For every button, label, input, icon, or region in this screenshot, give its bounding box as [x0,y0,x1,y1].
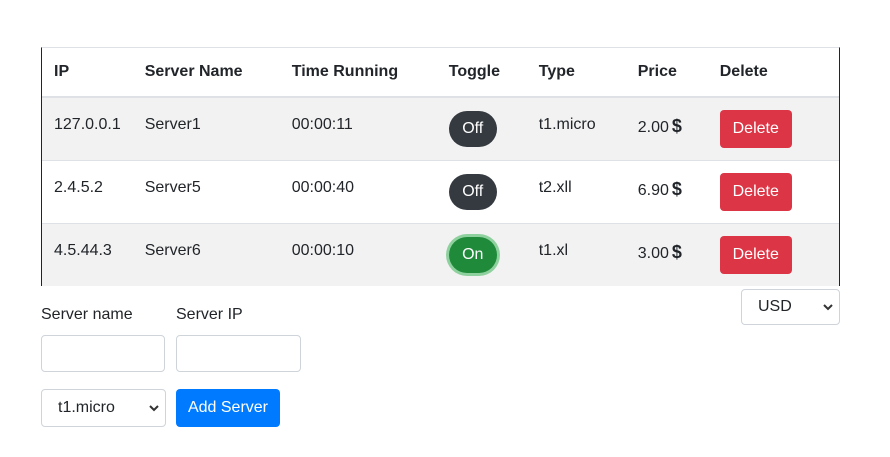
cell-server-name: Server6 [132,222,280,286]
cell-ip: 2.4.5.2 [42,159,133,223]
column-header-type: Type [526,48,626,98]
toggle-button[interactable]: On [448,236,497,273]
server-type-select[interactable]: t1.micro [41,389,166,427]
cell-ip: 4.5.44.3 [42,222,133,286]
column-header-toggle: Toggle [436,48,527,98]
chevron-down-icon [149,390,159,426]
currency-select[interactable]: USD [741,289,840,325]
currency-select-value: USD [758,298,792,315]
dollar-icon: $ [671,178,682,199]
cell-server-name: Server1 [132,96,280,160]
cell-toggle: On [436,222,527,286]
toggle-button[interactable]: Off [448,173,497,210]
delete-button[interactable]: Delete [719,235,792,274]
table-row: 2.4.5.2 Server5 00:00:40 Off t2.xll 6.90… [42,159,839,223]
toggle-button[interactable]: Off [448,110,497,147]
chevron-down-icon [823,290,833,324]
cell-server-name: Server5 [132,159,280,223]
server-type-select-value: t1.micro [58,399,115,416]
cell-time-running: 00:00:11 [279,96,437,160]
add-server-button[interactable]: Add Server [176,389,280,427]
cell-type: t1.micro [526,96,626,160]
delete-button[interactable]: Delete [719,109,792,148]
cell-delete: Delete [707,222,839,286]
server-ip-label: Server IP [176,306,243,323]
cell-price: 2.00 $ [625,96,708,160]
price-value: 6.90 [637,181,669,199]
table-row: 127.0.0.1 Server1 00:00:11 Off t1.micro … [42,96,839,160]
cell-ip: 127.0.0.1 [42,96,133,160]
cell-toggle: Off [436,159,527,223]
cell-delete: Delete [707,159,839,223]
cell-type: t1.xl [526,222,626,286]
price-value: 3.00 [637,244,669,262]
cell-price: 3.00 $ [625,222,708,286]
cell-toggle: Off [436,96,527,160]
cell-type: t2.xll [526,159,626,223]
dollar-icon: $ [671,241,682,262]
cell-delete: Delete [707,96,839,160]
cell-time-running: 00:00:10 [279,222,437,286]
server-ip-input[interactable] [176,335,301,372]
servers-table-container: IP Server Name Time Running Toggle Type … [41,47,840,286]
server-name-label: Server name [41,306,133,323]
cell-time-running: 00:00:40 [279,159,437,223]
column-header-server-name: Server Name [132,48,280,98]
server-name-input[interactable] [41,335,165,372]
column-header-price: Price [625,48,708,98]
cell-price: 6.90 $ [625,159,708,223]
column-header-ip: IP [42,48,133,98]
column-header-delete: Delete [707,48,839,98]
column-header-time-running: Time Running [279,48,437,98]
table-header-row: IP Server Name Time Running Toggle Type … [42,48,839,98]
dollar-icon: $ [671,116,682,136]
table-row: 4.5.44.3 Server6 00:00:10 On t1.xl 3.00 $… [42,222,839,286]
price-value: 2.00 [637,119,669,136]
servers-table: IP Server Name Time Running Toggle Type … [42,48,839,286]
delete-button[interactable]: Delete [719,172,792,211]
